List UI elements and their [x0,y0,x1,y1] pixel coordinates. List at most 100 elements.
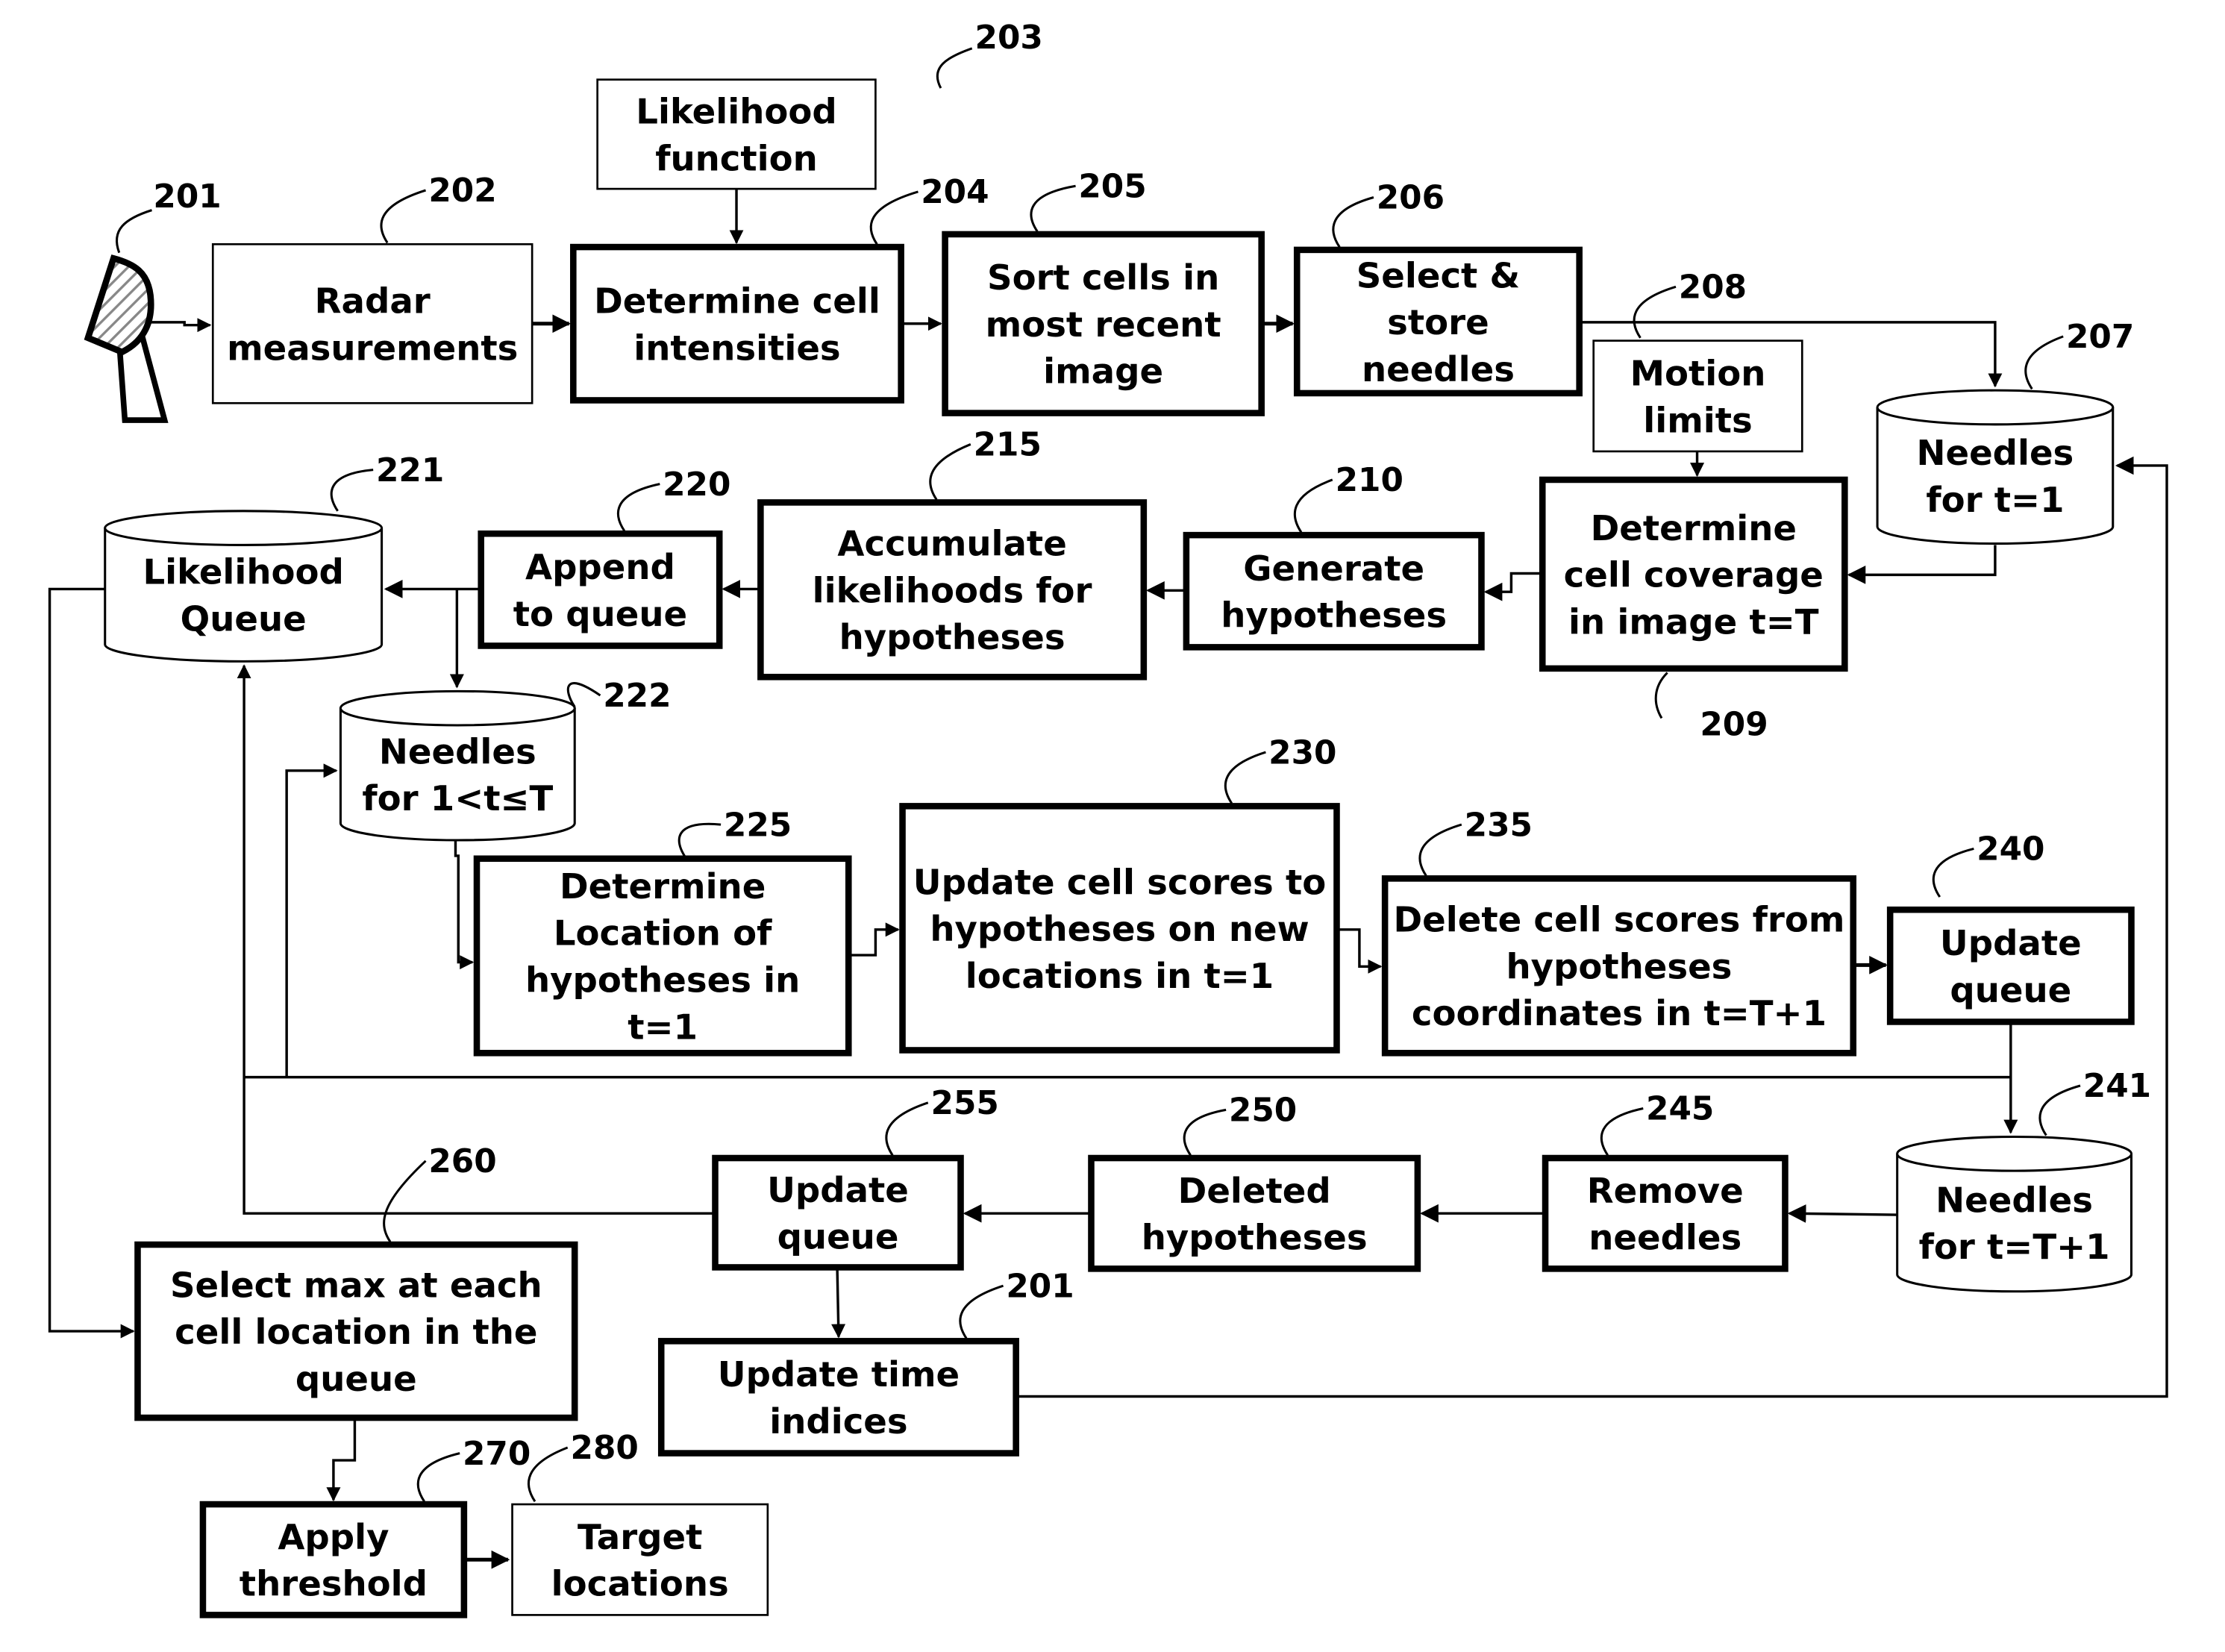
connector-update-queue-time [831,1267,846,1339]
node-label-line: hypotheses [1221,595,1447,636]
node-deleted-hypotheses: Deleted hypotheses 250 [1088,1092,1421,1272]
node-label-line: intensities [633,328,840,368]
reference-number: 260 [428,1142,496,1180]
node-label-line: threshold [240,1564,428,1604]
node-label-line: Queue [181,599,307,639]
reference-number: 206 [1377,179,1445,217]
node-label-line: Target [578,1517,702,1557]
node-label-line: queue [1950,970,2071,1010]
leader-line [1293,478,1333,534]
connector-coverage-generate [1483,572,1543,601]
node-likelihood-function: Likelihood function [596,78,877,190]
connector-bus-needles [285,763,338,1077]
node-label-line: likelihoods for [813,570,1092,610]
node-select-store-needles: Select & store needles 206 [1293,179,1583,397]
node-label-line: indices [769,1401,907,1442]
figure-ref-label: 203 [975,19,1043,57]
node-label-line: hypotheses in [525,960,800,1001]
node-label-line: Accumulate [837,524,1066,564]
node-update-cell-scores: Update cell scores to hypotheses on new lo… [899,733,1340,1054]
node-label-line: Update cell scores to [913,862,1326,902]
leader-line [380,189,426,244]
nodes: Likelihood function Radar measurements 202 De… [104,78,2151,1618]
reference-number: 240 [1977,830,2044,869]
leader-line [1654,672,1668,719]
node-select-max: Select max at each cell location in the qu… [134,1142,578,1421]
reference-number: 209 [1700,705,1768,743]
leader-line [330,469,374,512]
reference-number: 270 [463,1435,531,1473]
node-determine-cell-coverage: Determine cell coverage in image t=T 209 [1539,476,1848,743]
connector-antenna-radar [147,318,212,333]
leader-line [1224,751,1266,804]
node-label-line: Update [767,1170,909,1210]
node-generate-hypotheses: Generate hypotheses 210 [1183,461,1485,651]
node-label-line: coordinates in t=T+1 [1412,993,1827,1033]
reference-number: 208 [1679,269,1747,307]
connector-location-scores [848,922,900,957]
leader-line [959,1284,1004,1339]
leader-line [566,682,601,708]
node-label-line: Append [525,547,675,587]
flowchart-diagram: 203 201 LikelihoodfunctionRadarmeasureme… [48,19,2168,1618]
process-box [570,243,904,404]
leader-line [1633,285,1677,339]
node-label-line: Needles [1917,433,2074,473]
leader-line [885,1101,929,1157]
reference-number: 222 [603,677,671,715]
node-needles-1-t-T: Needles for 1<t≤T 222 [339,677,672,842]
node-label-line: t=1 [628,1007,698,1047]
leader-line [2038,1084,2081,1136]
node-target-locations: Target locations 280 [511,1429,769,1616]
node-label-line: Determine [1591,508,1797,548]
reference-number: 202 [428,172,496,210]
node-likelihood-queue: Likelihood Queue 221 [104,451,444,663]
node-label-line: measurements [227,328,518,368]
node-label-line: hypotheses [1506,946,1732,986]
node-label-line: hypotheses [1142,1218,1368,1258]
node-label-line: Determine [560,866,766,907]
reference-number: 241 [2083,1067,2151,1105]
leader-line [1183,1108,1227,1157]
node-accumulate-likelihoods: Accumulate likelihoods for hypotheses 215 [757,426,1148,680]
node-label-line: in image t=T [1568,601,1819,642]
node-label-line: cell coverage [1564,555,1824,595]
node-label-line: Deleted [1178,1171,1331,1211]
node-append-to-queue: Append to queue 220 [478,466,730,649]
process-box [211,243,533,404]
leader-line [1600,1107,1644,1157]
leader-line [2024,335,2064,390]
node-label-line: image [1043,351,1163,392]
node-label-line: Radar [315,281,431,322]
node-label-line: limits [1643,400,1752,440]
reference-number: 235 [1465,806,1533,844]
connector-queue-select-max [48,587,135,1339]
reference-number: 255 [931,1084,999,1122]
reference-number: 207 [2066,318,2134,356]
node-sort-cells: Sort cells in most recent image 205 [942,168,1265,416]
node-needles-tT1: Needles for t=T+1 241 [1896,1067,2151,1293]
node-label-line: function [655,138,818,178]
leader-line [383,1160,427,1243]
node-label-line: Generate [1243,548,1424,589]
reference-number: 245 [1646,1090,1714,1128]
connector-select-threshold [326,1418,357,1502]
node-label-line: Select & [1356,255,1520,295]
leader-line [1030,184,1076,232]
node-label-line: cell location in the [175,1312,537,1352]
node-update-queue-255: Update queue 255 [712,1084,999,1271]
node-label-line: Needles [1935,1180,2093,1220]
node-label-line: store [1387,302,1489,342]
connector-needles-remove [1787,1204,1897,1223]
node-apply-threshold: Apply threshold 270 [199,1435,531,1618]
reference-number: 201 [1006,1267,1074,1305]
reference-number: 225 [724,806,792,844]
reference-number: 250 [1229,1092,1297,1130]
node-label-line: most recent [986,304,1221,345]
node-radar-measurements: Radar measurements 202 [211,172,533,404]
node-label-line: for t=1 [1926,480,2064,520]
node-label-line: Update [1940,923,2082,963]
leader-line [616,483,660,532]
node-label-line: Needles [379,731,536,772]
connector-scores-delete [1336,928,1383,974]
